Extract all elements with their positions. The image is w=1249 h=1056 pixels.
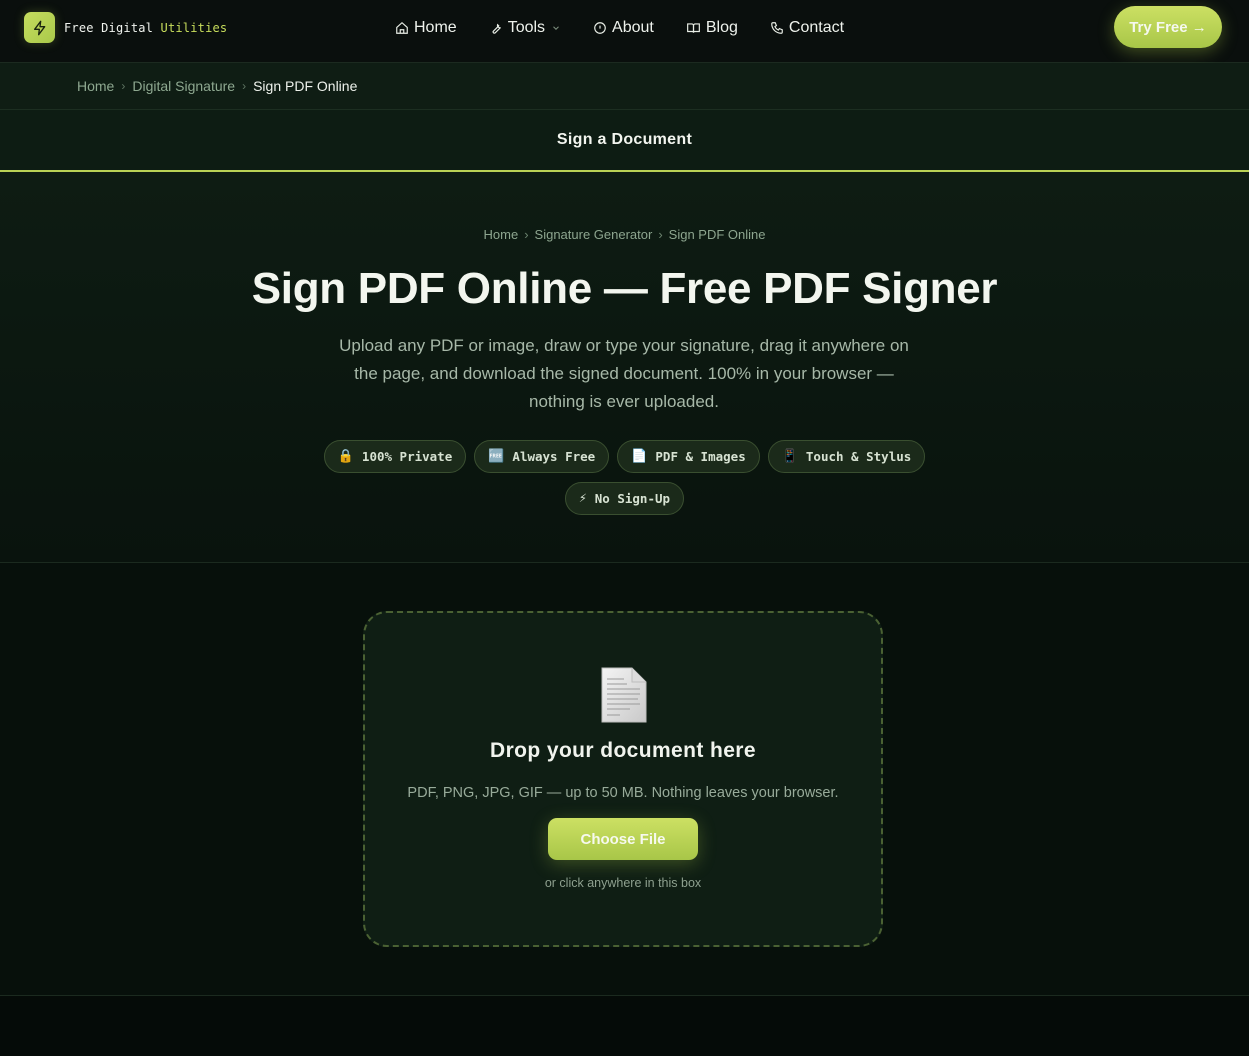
breadcrumb-item-current: Sign PDF Online — [253, 78, 358, 94]
nav-item-label: Home — [414, 18, 457, 36]
file-dropzone[interactable]: Drop your document here PDF, PNG, JPG, G… — [363, 611, 883, 947]
breadcrumb-separator: › — [658, 227, 663, 242]
breadcrumb: Home › Digital Signature › Sign PDF Onli… — [0, 63, 1249, 110]
nav-item-label: Blog — [705, 18, 738, 36]
page-bottom — [0, 996, 1249, 1056]
book-icon — [686, 22, 700, 33]
section-title-bar: Sign a Document — [0, 110, 1249, 172]
badge-pdf-images: 📄 PDF & Images — [617, 440, 760, 473]
choose-file-button[interactable]: Choose File — [548, 818, 698, 860]
home-icon — [396, 21, 408, 34]
dropzone-hint: or click anywhere in this box — [544, 876, 702, 890]
nav-item-home[interactable]: Home — [395, 19, 457, 37]
nav-item-label: Contact — [788, 18, 845, 36]
badge-no-signup: ⚡ No Sign-Up — [564, 482, 685, 515]
nav-item-contact[interactable]: Contact — [770, 19, 844, 37]
badge-free: 🆓 Always Free — [474, 440, 610, 473]
hero-breadcrumb: Home › Signature Generator › Sign PDF Online — [0, 227, 1249, 242]
document-icon — [601, 667, 647, 723]
free-icon: 🆓 — [488, 449, 505, 464]
page-title: Sign PDF Online — Free PDF Signer — [251, 264, 998, 313]
info-icon — [594, 21, 606, 34]
breadcrumb-item-digital-signature[interactable]: Digital Signature — [132, 78, 235, 94]
lightning-bolt-icon — [24, 12, 55, 43]
brand-name: Free Digital Utilities — [64, 20, 228, 35]
nav-item-label: About — [612, 18, 654, 36]
section-title: Sign a Document — [556, 131, 693, 148]
mobile-icon: 📱 — [781, 449, 798, 464]
upload-section: Drop your document here PDF, PNG, JPG, G… — [0, 563, 1249, 996]
breadcrumb-item-home[interactable]: Home — [77, 78, 114, 94]
hero-section: Home › Signature Generator › Sign PDF Online… — [0, 172, 1249, 563]
dropzone-subtitle: PDF, PNG, JPG, GIF — up to 50 MB. Nothin… — [407, 785, 839, 801]
feature-badges: 🔒 100% Private 🆓 Always Free 📄 PDF & Images… — [310, 440, 939, 515]
hero-breadcrumb-current: Sign PDF Online — [668, 227, 766, 242]
breadcrumb-separator: › — [242, 79, 247, 93]
badge-touch-stylus: 📱 Touch & Stylus — [767, 440, 926, 473]
page-description: Upload any PDF or image, draw or type yo… — [339, 336, 909, 411]
wrench-icon — [492, 23, 501, 34]
nav-item-label: Tools — [507, 18, 546, 36]
lightning-icon: ⚡ — [578, 491, 587, 506]
badge-private: 🔒 100% Private — [323, 440, 467, 473]
chevron-down-icon — [553, 25, 559, 30]
breadcrumb-separator: › — [121, 79, 126, 93]
main-nav: Home Tools About Blog Contact — [395, 0, 876, 55]
brand-link[interactable]: Free Digital Utilities — [24, 12, 227, 43]
dropzone-title: Drop your document here — [490, 739, 756, 762]
hero-breadcrumb-signature-generator[interactable]: Signature Generator — [535, 227, 653, 242]
page-icon: 📄 — [631, 449, 648, 464]
phone-icon — [771, 21, 783, 34]
nav-item-about[interactable]: About — [593, 19, 654, 37]
top-navigation: Free Digital Utilities Home Tools About … — [0, 0, 1249, 63]
try-free-button[interactable]: Try Free → — [1114, 6, 1222, 48]
nav-item-blog[interactable]: Blog — [686, 19, 738, 37]
breadcrumb-separator: › — [524, 227, 529, 242]
nav-item-tools[interactable]: Tools — [489, 19, 561, 37]
hero-breadcrumb-home[interactable]: Home — [484, 227, 519, 242]
lock-icon: 🔒 — [337, 449, 354, 464]
